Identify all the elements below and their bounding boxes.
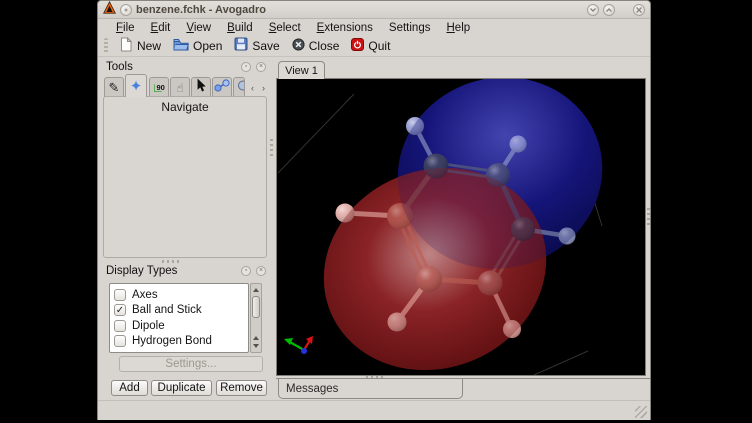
scroll-down-icon[interactable] [251, 341, 261, 351]
angle-90-icon: ∟90 [152, 81, 167, 95]
scrollbar-thumb[interactable] [252, 296, 260, 318]
minimize-button[interactable] [587, 4, 599, 16]
quit-button[interactable]: Quit [345, 36, 396, 56]
hand-icon: ☝ [176, 81, 183, 95]
new-button-label: New [137, 39, 161, 53]
menu-edit[interactable]: Edit [143, 22, 179, 34]
3d-viewport[interactable] [276, 78, 646, 376]
display-type-row-hydrogen-bond[interactable]: Hydrogen Bond [114, 334, 248, 350]
quit-button-label: Quit [368, 39, 390, 53]
desktop-background: benzene.fchk - Avogadro File Edit View B… [0, 0, 752, 423]
toolbar: New Open Save Close Quit [98, 35, 650, 57]
save-button[interactable]: Save [228, 35, 285, 56]
duplicate-button[interactable]: Duplicate [151, 380, 212, 396]
close-panel-icon[interactable]: × [256, 62, 266, 72]
tab-draw-tool[interactable]: ✎ [104, 77, 124, 97]
tool-settings-area: Navigate [103, 96, 267, 258]
new-button[interactable]: New [113, 35, 167, 57]
tools-panel-title: Tools [106, 61, 133, 73]
bond-centric-icon [214, 79, 230, 97]
menu-settings[interactable]: Settings [381, 22, 439, 34]
tab-bond-centric-tool[interactable] [212, 77, 232, 97]
avogadro-logo-icon [103, 1, 116, 19]
display-type-row-dipole[interactable]: Dipole [114, 318, 248, 334]
gutter-splitter-handle[interactable] [647, 208, 650, 226]
add-button[interactable]: Add [111, 380, 148, 396]
avogadro-window: benzene.fchk - Avogadro File Edit View B… [97, 0, 651, 420]
tool-tabbar: ✎ ✦ ∟90 ☝ ‹ › [104, 74, 268, 97]
scroll-up-icon[interactable] [251, 285, 261, 295]
menu-build[interactable]: Build [219, 22, 261, 34]
maximize-button[interactable] [603, 4, 615, 16]
quit-power-icon [351, 38, 364, 54]
menu-extensions[interactable]: Extensions [309, 22, 381, 34]
pencil-icon: ✎ [109, 80, 120, 96]
display-type-row-axes[interactable]: Axes [114, 287, 248, 303]
navigate-star-icon: ✦ [130, 77, 143, 95]
close-panel-icon[interactable]: × [256, 266, 266, 276]
checkbox[interactable] [114, 320, 126, 332]
menu-select[interactable]: Select [261, 22, 309, 34]
close-window-button[interactable] [633, 4, 645, 16]
checkbox[interactable] [114, 335, 126, 347]
save-button-label: Save [252, 39, 279, 53]
close-circle-icon [292, 38, 305, 54]
dock-splitter-handle[interactable] [270, 139, 273, 157]
tab-scroll-right-icon[interactable]: › [259, 82, 268, 94]
display-types-scrollbar[interactable] [250, 283, 262, 353]
tab-scroll-left-icon[interactable]: ‹ [248, 82, 257, 94]
tab-manipulate-tool[interactable]: ☝ [170, 77, 190, 97]
float-panel-icon[interactable]: ▫ [241, 62, 251, 72]
tab-navigate-tool[interactable]: ✦ [125, 74, 147, 97]
display-types-panel-title: Display Types [106, 265, 177, 277]
save-disk-icon [234, 37, 248, 54]
menubar: File Edit View Build Select Extensions S… [98, 20, 650, 35]
open-button-label: Open [193, 39, 222, 53]
menu-file[interactable]: File [108, 22, 143, 34]
menu-view[interactable]: View [178, 22, 219, 34]
titlebar[interactable]: benzene.fchk - Avogadro [98, 1, 650, 19]
tab-clipped-tool[interactable] [233, 77, 245, 97]
toolbar-grip[interactable] [104, 38, 108, 54]
resize-grip[interactable] [635, 406, 647, 418]
new-document-icon [119, 37, 133, 55]
display-types-panel-header: Display Types ▫ × [106, 263, 266, 279]
open-button[interactable]: Open [167, 36, 228, 56]
clipped-tool-icon [233, 79, 245, 97]
checkbox-checked[interactable]: ✓ [114, 304, 126, 316]
active-tool-label: Navigate [104, 97, 266, 114]
float-panel-icon[interactable]: ▫ [241, 266, 251, 276]
window-title: benzene.fchk - Avogadro [136, 4, 266, 16]
molecule-scene [277, 79, 645, 375]
close-button[interactable]: Close [286, 36, 346, 56]
close-button-label: Close [309, 39, 340, 53]
remove-button[interactable]: Remove [216, 380, 267, 396]
menu-help[interactable]: Help [438, 22, 478, 34]
cursor-icon [195, 78, 207, 98]
tab-selection-tool[interactable] [191, 77, 211, 97]
open-folder-icon [173, 38, 189, 54]
display-types-list: Axes ✓ Ball and Stick Dipole Hydrogen Bo… [109, 283, 249, 353]
settings-button[interactable]: Settings... [119, 356, 263, 372]
view-right-gutter [646, 78, 651, 376]
tab-view-1[interactable]: View 1 [278, 61, 325, 79]
statusbar [98, 400, 650, 420]
display-type-row-ball-and-stick[interactable]: ✓ Ball and Stick [114, 303, 248, 319]
checkbox[interactable] [114, 289, 126, 301]
tools-panel-header: Tools ▫ × [106, 59, 266, 75]
window-shade-button[interactable] [120, 4, 132, 16]
tab-measure-tool[interactable]: ∟90 [149, 77, 169, 97]
tab-messages[interactable]: Messages [278, 379, 463, 399]
